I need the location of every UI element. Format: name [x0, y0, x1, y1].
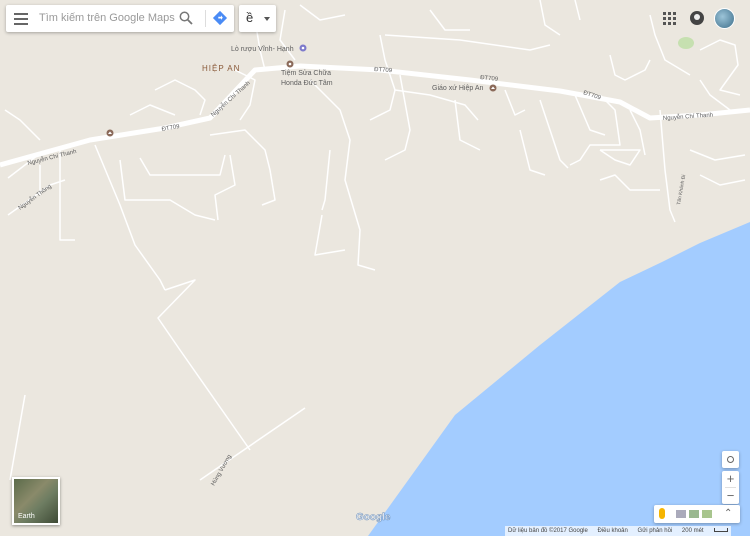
search-input[interactable] — [39, 9, 179, 27]
map-data-credit: Dữ liệu bản đồ ©2017 Google — [508, 528, 588, 534]
zoom-in-button[interactable]: + — [722, 471, 739, 487]
imagery-thumb-icon[interactable] — [689, 510, 699, 518]
map-footer: Dữ liệu bản đồ ©2017 Google Điều khoản G… — [505, 526, 731, 536]
street-view-bar: ⌃ — [654, 505, 740, 523]
scale-bar — [713, 528, 728, 533]
google-logo: Google — [356, 512, 391, 524]
poi-giao-xu-marker[interactable] — [489, 84, 497, 92]
magnifier-icon[interactable] — [178, 10, 194, 26]
poi-lo-ruou-label[interactable]: Lò rượu Vĩnh- Hạnh — [231, 46, 294, 53]
earth-layer-toggle[interactable]: Earth — [12, 477, 60, 525]
zoom-out-button[interactable]: − — [722, 488, 739, 504]
notifications-icon[interactable] — [690, 11, 704, 25]
earth-label: Earth — [18, 513, 35, 520]
account-avatar-icon[interactable] — [714, 8, 735, 29]
poi-lo-ruou-marker[interactable] — [299, 44, 307, 52]
scale-label[interactable]: 200 mét — [682, 528, 704, 534]
input-tools-glyph: ề — [246, 10, 254, 25]
input-tools-button[interactable]: ề — [239, 5, 276, 32]
hamburger-menu-icon[interactable] — [14, 11, 28, 25]
search-divider — [205, 10, 206, 27]
map-canvas[interactable]: HIỆP AN Lò rượu Vĩnh- Hạnh Tiệm Sửa Chữa… — [0, 0, 750, 536]
apps-grid-icon[interactable] — [663, 12, 677, 26]
feedback-link[interactable]: Gửi phản hồi — [638, 528, 673, 534]
svg-text:Google: Google — [356, 512, 391, 523]
zoom-control: + − — [722, 471, 739, 504]
imagery-thumb-icon[interactable] — [676, 510, 686, 518]
poi-tiem-label-line2[interactable]: Honda Đức Tâm — [281, 80, 333, 87]
search-box — [6, 5, 234, 32]
poi-church-marker[interactable] — [106, 129, 114, 137]
terms-link[interactable]: Điều khoản — [598, 528, 628, 534]
expand-chevrons-icon[interactable]: ⌃ — [724, 508, 732, 519]
directions-diamond-icon[interactable] — [212, 10, 228, 26]
poi-tiem-label-line1[interactable]: Tiệm Sửa Chữa — [281, 69, 331, 77]
town-label: HIỆP AN — [202, 64, 240, 73]
imagery-thumb-icon[interactable] — [702, 510, 712, 518]
poi-giao-xu-label[interactable]: Giáo xứ Hiệp An — [432, 85, 483, 92]
chevron-down-icon — [264, 17, 270, 21]
poi-tiem-marker[interactable] — [286, 60, 294, 68]
pegman-icon[interactable] — [659, 508, 665, 519]
park-area — [678, 37, 694, 49]
my-location-icon[interactable] — [722, 451, 739, 468]
